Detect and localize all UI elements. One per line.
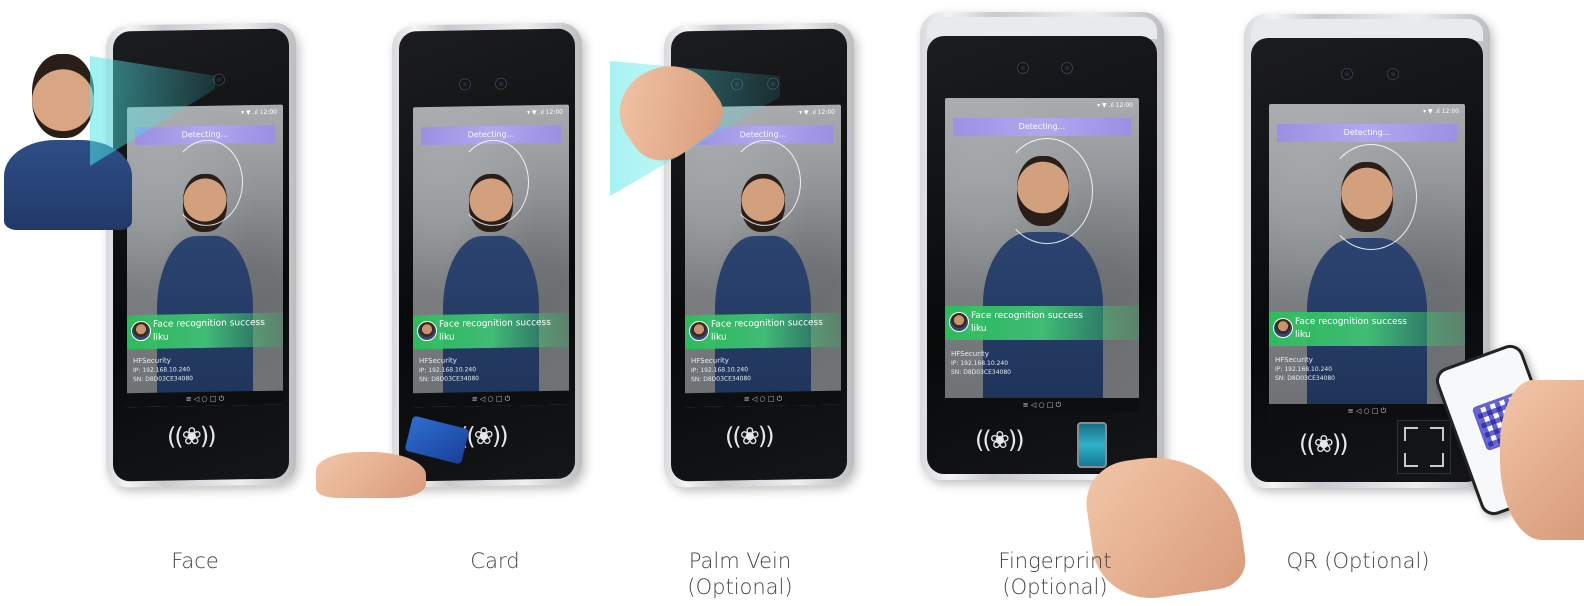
device-fingerprint: ▾ ▼ .ıl 12:00 Detecting... Face recognit… xyxy=(920,12,1164,480)
recognition-success-banner: Face recognition success liku xyxy=(127,312,283,350)
rfid-card-icon xyxy=(404,415,470,465)
device-info: HFSecurity IP: 192.168.10.240 SN: D8D03C… xyxy=(1275,356,1459,383)
caption-fingerprint-line1: Fingerprint xyxy=(998,549,1112,573)
device-screen: ▾ ▼ .ıl 12:00 Detecting... Face recognit… xyxy=(127,104,283,408)
success-message: Face recognition success xyxy=(439,317,551,330)
device-screen: ▾ ▼ .ıl 12:00 Detecting... Face recognit… xyxy=(1269,104,1465,418)
nfc-icon: ((❀)) xyxy=(725,421,773,451)
device-ip: IP: 192.168.10.240 xyxy=(951,360,1009,367)
caption-card: Card xyxy=(470,549,520,573)
recognition-success-banner: Face recognition success liku xyxy=(945,306,1139,340)
recognition-success-banner: Face recognition success liku xyxy=(413,312,569,350)
avatar xyxy=(689,320,709,342)
nav-bar[interactable]: ≡ ◁ ○ □ ⏻ xyxy=(945,398,1139,412)
nfc-icon: ((❀)) xyxy=(975,426,1025,454)
caption-palm-vein-line2: (Optional) xyxy=(687,575,793,599)
caption-qr: QR (Optional) xyxy=(1286,549,1430,573)
nfc-icon: ((❀)) xyxy=(1299,430,1349,458)
success-name: liku xyxy=(1295,330,1311,340)
hand-with-card xyxy=(316,412,470,504)
avatar xyxy=(417,320,437,342)
camera-icon xyxy=(459,78,471,91)
nav-bar[interactable]: ≡ ◁ ○ □ ⏻ xyxy=(127,390,283,408)
device-info: HFSecurity IP: 192.168.10.240 SN: D8D03C… xyxy=(419,355,563,385)
recognition-success-banner: Face recognition success liku xyxy=(1269,312,1465,346)
device-glass: ▾ ▼ .ıl 12:00 Detecting... Face recognit… xyxy=(927,36,1157,474)
nav-bar[interactable]: ≡ ◁ ○ □ ⏻ xyxy=(413,390,569,408)
company-name: HFSecurity xyxy=(951,350,989,358)
avatar xyxy=(1273,318,1293,338)
camera-icon xyxy=(1017,62,1029,74)
caption-fingerprint-line2: (Optional) xyxy=(1002,575,1108,599)
company-name: HFSecurity xyxy=(1275,356,1313,364)
caption-face: Face xyxy=(171,549,219,573)
success-message: Face recognition success xyxy=(1295,317,1407,327)
detecting-banner: Detecting... xyxy=(1277,124,1457,142)
caption-fingerprint: Fingerprint (Optional) xyxy=(960,548,1150,600)
device-screen: ▾ ▼ .ıl 12:00 Detecting... Face recognit… xyxy=(945,98,1139,412)
camera-icon xyxy=(1341,68,1353,80)
qr-scanner-icon[interactable] xyxy=(1397,420,1451,474)
device-sn: SN: D8D03CE34080 xyxy=(1275,375,1335,382)
status-bar: ▾ ▼ .ıl 12:00 xyxy=(241,108,277,117)
nav-bar[interactable]: ≡ ◁ ○ □ ⏻ xyxy=(685,390,841,408)
face-detection-ring xyxy=(1325,144,1417,250)
fingerprint-sensor-icon[interactable] xyxy=(1077,422,1107,468)
device-sn: SN: D8D03CE34080 xyxy=(951,369,1011,376)
caption-palm-vein-line1: Palm Vein xyxy=(688,549,792,573)
success-message: Face recognition success xyxy=(971,311,1083,321)
device-screen: ▾ ▼ .ıl 12:00 Detecting... Face recognit… xyxy=(685,104,841,408)
camera-icon xyxy=(1061,62,1073,74)
phone-hand-image xyxy=(1500,380,1584,540)
success-name: liku xyxy=(971,324,987,334)
status-bar: ▾ ▼ .ıl 12:00 xyxy=(799,108,835,117)
device-info: HFSecurity IP: 192.168.10.240 SN: D8D03C… xyxy=(133,355,277,385)
caption-palm-vein: Palm Vein (Optional) xyxy=(650,548,830,600)
recognition-success-banner: Face recognition success liku xyxy=(685,312,841,350)
camera-icon xyxy=(1387,68,1399,80)
avatar xyxy=(131,320,151,342)
device-info: HFSecurity IP: 192.168.10.240 SN: D8D03C… xyxy=(691,355,835,385)
status-bar: ▾ ▼ .ıl 12:00 xyxy=(1423,108,1459,115)
detecting-banner: Detecting... xyxy=(953,118,1131,136)
avatar xyxy=(949,312,969,332)
nfc-icon: ((❀)) xyxy=(167,421,215,451)
success-message: Face recognition success xyxy=(711,317,823,330)
status-bar: ▾ ▼ .ıl 12:00 xyxy=(1097,102,1133,109)
status-bar: ▾ ▼ .ıl 12:00 xyxy=(527,108,563,117)
face-detection-ring xyxy=(1001,138,1093,244)
device-screen: ▾ ▼ .ıl 12:00 Detecting... Face recognit… xyxy=(413,104,569,408)
device-info: HFSecurity IP: 192.168.10.240 SN: D8D03C… xyxy=(951,350,1133,377)
success-name: liku xyxy=(711,332,727,343)
nav-bar[interactable]: ≡ ◁ ○ □ ⏻ xyxy=(1269,404,1465,418)
camera-icon xyxy=(495,77,507,90)
device-ip: IP: 192.168.10.240 xyxy=(1275,366,1333,373)
success-message: Face recognition success xyxy=(153,317,265,330)
success-name: liku xyxy=(153,332,169,343)
success-name: liku xyxy=(439,332,455,343)
